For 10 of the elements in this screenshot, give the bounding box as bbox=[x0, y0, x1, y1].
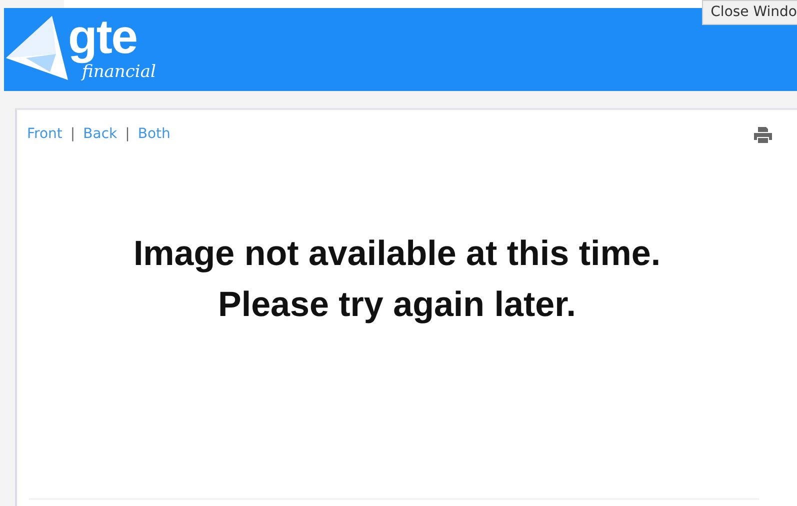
close-window-button[interactable]: Close Windo bbox=[702, 0, 797, 25]
view-link[interactable]: Front bbox=[27, 124, 62, 145]
link-separator: | bbox=[125, 125, 130, 144]
error-message: Image not available at this time. Please try again later. bbox=[132, 233, 662, 326]
print-icon[interactable] bbox=[753, 126, 773, 144]
view-link[interactable]: Both bbox=[138, 124, 170, 145]
logo-tagline: financial bbox=[82, 64, 156, 81]
view-link[interactable]: Back bbox=[83, 124, 118, 145]
link-separator: | bbox=[70, 125, 76, 144]
logo-text: gte bbox=[68, 14, 138, 62]
